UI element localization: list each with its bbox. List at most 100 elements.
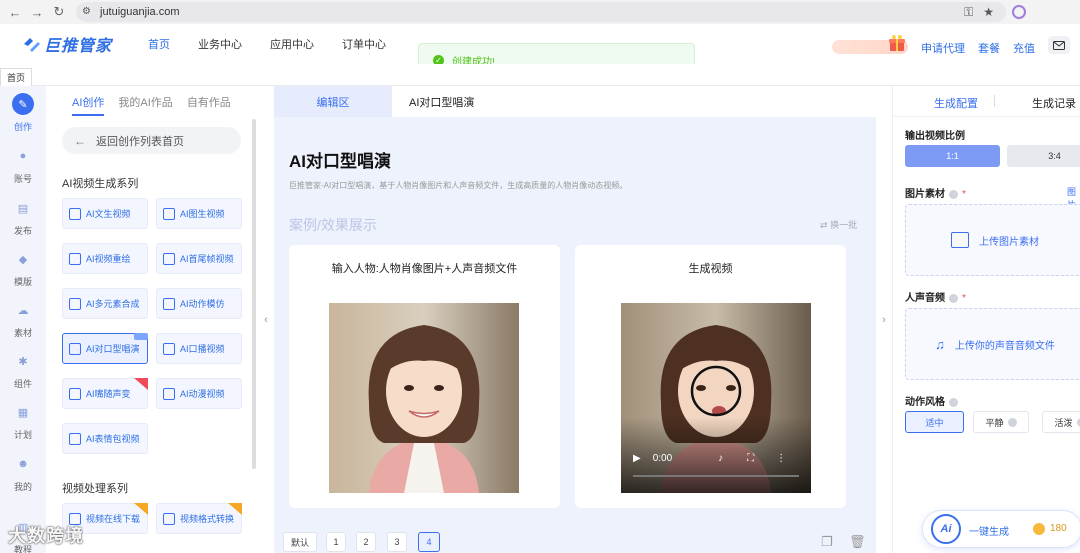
sort-default-button[interactable]: 默认	[283, 532, 317, 552]
rail-item-publish[interactable]: ▤ 发布	[0, 197, 46, 237]
rail-label: 模版	[13, 277, 32, 287]
image-section-label: 图片素材	[905, 189, 945, 200]
play-icon[interactable]: ▶	[633, 453, 641, 464]
more-options-icon[interactable]: ⋮	[776, 453, 786, 464]
tab-own-works[interactable]: 自有作品	[187, 94, 231, 116]
tab-lip-sync[interactable]: AI对口型唱演	[409, 86, 474, 117]
gift-icon[interactable]	[888, 34, 906, 52]
apply-agent-link[interactable]: 申请代理	[921, 40, 965, 56]
switch-batch-button[interactable]: ⇄ 换一批	[820, 218, 857, 231]
profile-icon[interactable]	[1012, 5, 1026, 19]
rail-item-account[interactable]: ● 账号	[0, 145, 46, 185]
style-moderate-button[interactable]: 适中	[905, 411, 964, 433]
collapse-left-panel-icon[interactable]: ‹	[258, 86, 274, 553]
tab-generate-config[interactable]: 生成配置	[934, 95, 978, 111]
tab-ai-create[interactable]: AI创作	[72, 94, 105, 116]
rail-item-create[interactable]: ✎ 创作	[0, 93, 46, 133]
tab-my-ai-works[interactable]: 我的AI作品	[118, 94, 172, 116]
nav-business-center[interactable]: 业务中心	[198, 36, 242, 52]
back-arrow-icon[interactable]: ←	[4, 1, 26, 23]
editor-tabs: 编辑区 AI对口型唱演	[274, 86, 876, 117]
page-tab-strip: 首页	[0, 64, 1080, 86]
nav-app-center[interactable]: 应用中心	[270, 36, 314, 52]
multi-element-icon	[69, 297, 81, 310]
nav-home[interactable]: 首页	[148, 36, 170, 52]
btn-ai-first-last-frame[interactable]: AI首尾帧视频	[156, 243, 242, 274]
volume-icon[interactable]: ♪	[718, 453, 723, 464]
rail-label: 账号	[13, 174, 32, 184]
trash-icon[interactable]: 🗑	[849, 534, 866, 550]
talking-icon	[163, 342, 175, 355]
rail-item-template[interactable]: ◆ 模版	[0, 248, 46, 288]
style-calm-button[interactable]: 平静	[973, 411, 1029, 433]
image-section-title: 图片素材 *	[905, 185, 966, 200]
ratio-3-4-button[interactable]: 3:4	[1007, 145, 1080, 167]
btn-ai-text-to-video[interactable]: AI文生视频	[62, 198, 148, 229]
rail-item-component[interactable]: ✱ 组件	[0, 350, 46, 390]
bookmark-star-icon[interactable]: ★	[983, 5, 994, 20]
site-info-icon[interactable]: ⚙	[82, 7, 94, 17]
rail-item-plan[interactable]: ▦ 计划	[0, 401, 46, 441]
rail-item-mine[interactable]: ☻ 我的	[0, 453, 46, 493]
help-icon[interactable]	[949, 397, 958, 407]
forward-arrow-icon[interactable]: →	[26, 1, 48, 23]
panel-tabs: AI创作 我的AI作品 自有作品	[46, 86, 258, 116]
logo-icon	[24, 38, 40, 52]
mail-icon[interactable]	[1048, 36, 1070, 54]
anime-icon	[163, 387, 175, 400]
btn-ai-image-to-video[interactable]: AI图生视频	[156, 198, 242, 229]
url-text: jutuiguanjia.com	[100, 6, 180, 18]
rail-label: 计划	[13, 430, 32, 440]
page-2[interactable]: 2	[356, 532, 376, 552]
header-links: 申请代理 套餐 充值	[921, 40, 1035, 56]
rail-item-material[interactable]: ☁ 素材	[0, 299, 46, 339]
btn-video-format-convert[interactable]: 视频格式转换	[156, 503, 242, 534]
page-4[interactable]: 4	[418, 532, 440, 552]
ratio-1-1-button[interactable]: 1:1	[905, 145, 1000, 167]
help-icon[interactable]	[949, 293, 958, 303]
recharge-link[interactable]: 充值	[1013, 40, 1035, 56]
back-to-list-button[interactable]: ← 返回创作列表首页	[62, 127, 241, 154]
image-video-icon	[163, 207, 175, 220]
style-label: 适中	[925, 417, 944, 428]
coin-balance: 180	[1050, 523, 1067, 534]
package-link[interactable]: 套餐	[978, 40, 1000, 56]
upload-image-area[interactable]: 上传图片素材	[905, 204, 1080, 276]
back-label: 返回创作列表首页	[96, 135, 184, 148]
section-video-processing: 视频处理系列	[62, 483, 128, 495]
reload-icon[interactable]: ↻	[48, 1, 70, 23]
page-3[interactable]: 3	[387, 532, 407, 552]
tab-edit-area[interactable]: 编辑区	[274, 86, 392, 117]
person-icon: ☻	[17, 458, 29, 470]
tab-generate-history[interactable]: 生成记录	[1032, 95, 1076, 111]
help-icon[interactable]	[949, 189, 958, 199]
btn-ai-video-redraw[interactable]: AI视频重绘	[62, 243, 148, 274]
btn-ai-motion-imitate[interactable]: AI动作模仿	[156, 288, 242, 319]
rail-label: 发布	[13, 226, 32, 236]
style-lively-button[interactable]: 活泼	[1042, 411, 1080, 433]
password-key-icon[interactable]: ⚿	[964, 5, 973, 20]
btn-ai-lip-sync[interactable]: AI对口型唱演	[62, 333, 148, 364]
btn-ai-multi-element[interactable]: AI多元素合成	[62, 288, 148, 319]
fullscreen-icon[interactable]: ⛶	[747, 453, 754, 464]
generate-label: 一键生成	[969, 527, 1009, 538]
btn-ai-anime-video[interactable]: AI动漫视频	[156, 378, 242, 409]
btn-ai-mouth-follow[interactable]: AI嘴随声变	[62, 378, 148, 409]
page-1[interactable]: 1	[326, 532, 346, 552]
help-icon	[1007, 417, 1017, 427]
btn-label: AI口播视频	[180, 344, 225, 354]
upload-audio-area[interactable]: ♫ 上传你的声音音频文件	[905, 308, 1080, 380]
copy-icon[interactable]: ❐	[821, 534, 835, 550]
btn-ai-emoji-video[interactable]: AI表情包视频	[62, 423, 148, 454]
address-bar[interactable]: ⚙ jutuiguanjia.com ⚿ ★	[76, 2, 1006, 22]
btn-ai-talking-video[interactable]: AI口播视频	[156, 333, 242, 364]
panel-scrollbar[interactable]	[252, 119, 256, 469]
video-time: 0:00	[652, 452, 673, 464]
collapse-right-panel-icon[interactable]: ›	[876, 86, 892, 553]
nav-order-center[interactable]: 订单中心	[342, 36, 386, 52]
generate-button[interactable]: Ai 一键生成 180	[922, 510, 1080, 548]
tab-home[interactable]: 首页	[0, 68, 32, 86]
audio-upload-icon: ♫	[935, 336, 945, 352]
creation-panel: AI创作 我的AI作品 自有作品 ← 返回创作列表首页 AI视频生成系列 AI文…	[46, 86, 258, 553]
logo[interactable]: 巨推管家	[22, 32, 112, 56]
